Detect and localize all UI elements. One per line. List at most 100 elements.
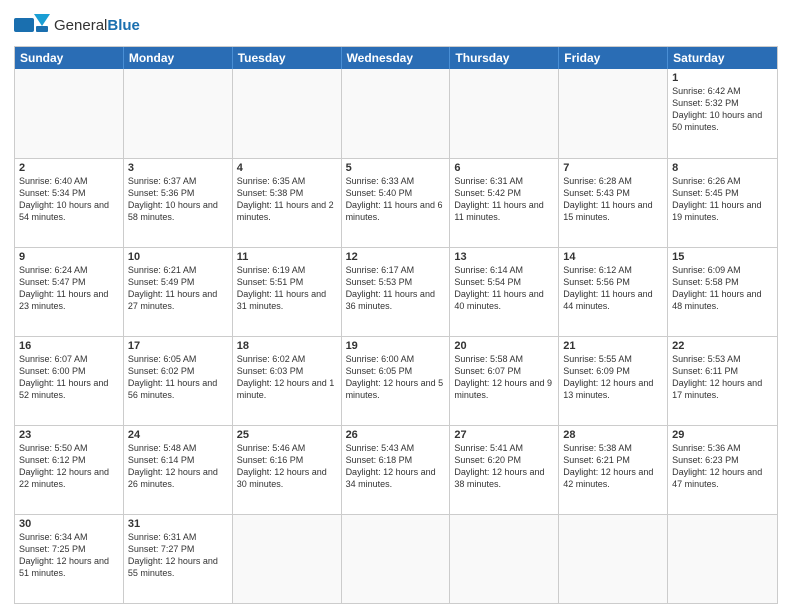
calendar-cell: 28Sunrise: 5:38 AM Sunset: 6:21 PM Dayli…	[559, 426, 668, 514]
day-number: 9	[19, 251, 119, 263]
day-info: Sunrise: 5:41 AM Sunset: 6:20 PM Dayligh…	[454, 442, 554, 491]
calendar-week-2: 2Sunrise: 6:40 AM Sunset: 5:34 PM Daylig…	[15, 158, 777, 247]
calendar-cell	[559, 515, 668, 603]
day-number: 12	[346, 251, 446, 263]
day-info: Sunrise: 6:35 AM Sunset: 5:38 PM Dayligh…	[237, 175, 337, 224]
calendar-cell: 26Sunrise: 5:43 AM Sunset: 6:18 PM Dayli…	[342, 426, 451, 514]
calendar: SundayMondayTuesdayWednesdayThursdayFrid…	[14, 46, 778, 604]
header-day-monday: Monday	[124, 47, 233, 69]
day-number: 24	[128, 429, 228, 441]
day-info: Sunrise: 6:33 AM Sunset: 5:40 PM Dayligh…	[346, 175, 446, 224]
calendar-cell: 6Sunrise: 6:31 AM Sunset: 5:42 PM Daylig…	[450, 159, 559, 247]
day-info: Sunrise: 5:38 AM Sunset: 6:21 PM Dayligh…	[563, 442, 663, 491]
day-number: 27	[454, 429, 554, 441]
day-number: 2	[19, 162, 119, 174]
logo-text: GeneralBlue	[54, 18, 140, 33]
calendar-cell: 29Sunrise: 5:36 AM Sunset: 6:23 PM Dayli…	[668, 426, 777, 514]
day-number: 5	[346, 162, 446, 174]
calendar-cell: 7Sunrise: 6:28 AM Sunset: 5:43 PM Daylig…	[559, 159, 668, 247]
header-day-saturday: Saturday	[668, 47, 777, 69]
calendar-week-6: 30Sunrise: 6:34 AM Sunset: 7:25 PM Dayli…	[15, 514, 777, 603]
day-info: Sunrise: 6:42 AM Sunset: 5:32 PM Dayligh…	[672, 85, 773, 134]
calendar-cell	[668, 515, 777, 603]
day-number: 13	[454, 251, 554, 263]
calendar-cell	[342, 515, 451, 603]
calendar-cell: 10Sunrise: 6:21 AM Sunset: 5:49 PM Dayli…	[124, 248, 233, 336]
day-number: 10	[128, 251, 228, 263]
day-number: 20	[454, 340, 554, 352]
calendar-cell	[342, 69, 451, 158]
calendar-cell: 15Sunrise: 6:09 AM Sunset: 5:58 PM Dayli…	[668, 248, 777, 336]
day-number: 29	[672, 429, 773, 441]
day-info: Sunrise: 6:40 AM Sunset: 5:34 PM Dayligh…	[19, 175, 119, 224]
day-info: Sunrise: 5:46 AM Sunset: 6:16 PM Dayligh…	[237, 442, 337, 491]
calendar-cell: 23Sunrise: 5:50 AM Sunset: 6:12 PM Dayli…	[15, 426, 124, 514]
header-day-sunday: Sunday	[15, 47, 124, 69]
header-day-tuesday: Tuesday	[233, 47, 342, 69]
calendar-header: SundayMondayTuesdayWednesdayThursdayFrid…	[15, 47, 777, 69]
day-info: Sunrise: 5:50 AM Sunset: 6:12 PM Dayligh…	[19, 442, 119, 491]
calendar-body: 1Sunrise: 6:42 AM Sunset: 5:32 PM Daylig…	[15, 69, 777, 603]
day-info: Sunrise: 5:36 AM Sunset: 6:23 PM Dayligh…	[672, 442, 773, 491]
logo-area: GeneralBlue	[14, 10, 140, 40]
calendar-cell: 3Sunrise: 6:37 AM Sunset: 5:36 PM Daylig…	[124, 159, 233, 247]
day-info: Sunrise: 6:00 AM Sunset: 6:05 PM Dayligh…	[346, 353, 446, 402]
day-number: 8	[672, 162, 773, 174]
calendar-cell: 8Sunrise: 6:26 AM Sunset: 5:45 PM Daylig…	[668, 159, 777, 247]
calendar-cell: 14Sunrise: 6:12 AM Sunset: 5:56 PM Dayli…	[559, 248, 668, 336]
day-number: 15	[672, 251, 773, 263]
day-info: Sunrise: 6:28 AM Sunset: 5:43 PM Dayligh…	[563, 175, 663, 224]
day-info: Sunrise: 6:24 AM Sunset: 5:47 PM Dayligh…	[19, 264, 119, 313]
calendar-cell	[124, 69, 233, 158]
header-day-wednesday: Wednesday	[342, 47, 451, 69]
day-number: 3	[128, 162, 228, 174]
day-number: 7	[563, 162, 663, 174]
day-info: Sunrise: 6:34 AM Sunset: 7:25 PM Dayligh…	[19, 531, 119, 580]
day-info: Sunrise: 6:26 AM Sunset: 5:45 PM Dayligh…	[672, 175, 773, 224]
calendar-cell: 17Sunrise: 6:05 AM Sunset: 6:02 PM Dayli…	[124, 337, 233, 425]
calendar-cell: 4Sunrise: 6:35 AM Sunset: 5:38 PM Daylig…	[233, 159, 342, 247]
calendar-week-3: 9Sunrise: 6:24 AM Sunset: 5:47 PM Daylig…	[15, 247, 777, 336]
day-info: Sunrise: 6:37 AM Sunset: 5:36 PM Dayligh…	[128, 175, 228, 224]
header: GeneralBlue	[14, 10, 778, 40]
day-number: 21	[563, 340, 663, 352]
calendar-cell: 27Sunrise: 5:41 AM Sunset: 6:20 PM Dayli…	[450, 426, 559, 514]
day-number: 25	[237, 429, 337, 441]
day-info: Sunrise: 5:58 AM Sunset: 6:07 PM Dayligh…	[454, 353, 554, 402]
day-number: 17	[128, 340, 228, 352]
day-number: 22	[672, 340, 773, 352]
calendar-cell: 16Sunrise: 6:07 AM Sunset: 6:00 PM Dayli…	[15, 337, 124, 425]
day-number: 31	[128, 518, 228, 530]
calendar-cell: 12Sunrise: 6:17 AM Sunset: 5:53 PM Dayli…	[342, 248, 451, 336]
calendar-cell: 20Sunrise: 5:58 AM Sunset: 6:07 PM Dayli…	[450, 337, 559, 425]
calendar-cell: 13Sunrise: 6:14 AM Sunset: 5:54 PM Dayli…	[450, 248, 559, 336]
day-info: Sunrise: 6:12 AM Sunset: 5:56 PM Dayligh…	[563, 264, 663, 313]
calendar-week-1: 1Sunrise: 6:42 AM Sunset: 5:32 PM Daylig…	[15, 69, 777, 158]
calendar-cell	[233, 69, 342, 158]
calendar-cell	[450, 515, 559, 603]
header-day-friday: Friday	[559, 47, 668, 69]
day-number: 4	[237, 162, 337, 174]
calendar-cell: 2Sunrise: 6:40 AM Sunset: 5:34 PM Daylig…	[15, 159, 124, 247]
calendar-cell: 30Sunrise: 6:34 AM Sunset: 7:25 PM Dayli…	[15, 515, 124, 603]
calendar-cell: 25Sunrise: 5:46 AM Sunset: 6:16 PM Dayli…	[233, 426, 342, 514]
calendar-cell	[233, 515, 342, 603]
day-info: Sunrise: 6:14 AM Sunset: 5:54 PM Dayligh…	[454, 264, 554, 313]
calendar-cell: 18Sunrise: 6:02 AM Sunset: 6:03 PM Dayli…	[233, 337, 342, 425]
calendar-cell: 19Sunrise: 6:00 AM Sunset: 6:05 PM Dayli…	[342, 337, 451, 425]
generalblue-logo-icon	[14, 10, 50, 40]
calendar-cell	[15, 69, 124, 158]
day-number: 19	[346, 340, 446, 352]
calendar-cell	[450, 69, 559, 158]
calendar-cell: 24Sunrise: 5:48 AM Sunset: 6:14 PM Dayli…	[124, 426, 233, 514]
calendar-cell: 9Sunrise: 6:24 AM Sunset: 5:47 PM Daylig…	[15, 248, 124, 336]
day-number: 18	[237, 340, 337, 352]
day-number: 6	[454, 162, 554, 174]
day-info: Sunrise: 5:48 AM Sunset: 6:14 PM Dayligh…	[128, 442, 228, 491]
calendar-cell	[559, 69, 668, 158]
day-info: Sunrise: 6:17 AM Sunset: 5:53 PM Dayligh…	[346, 264, 446, 313]
day-info: Sunrise: 6:31 AM Sunset: 7:27 PM Dayligh…	[128, 531, 228, 580]
calendar-cell: 5Sunrise: 6:33 AM Sunset: 5:40 PM Daylig…	[342, 159, 451, 247]
page: GeneralBlue SundayMondayTuesdayWednesday…	[0, 0, 792, 612]
calendar-cell: 31Sunrise: 6:31 AM Sunset: 7:27 PM Dayli…	[124, 515, 233, 603]
